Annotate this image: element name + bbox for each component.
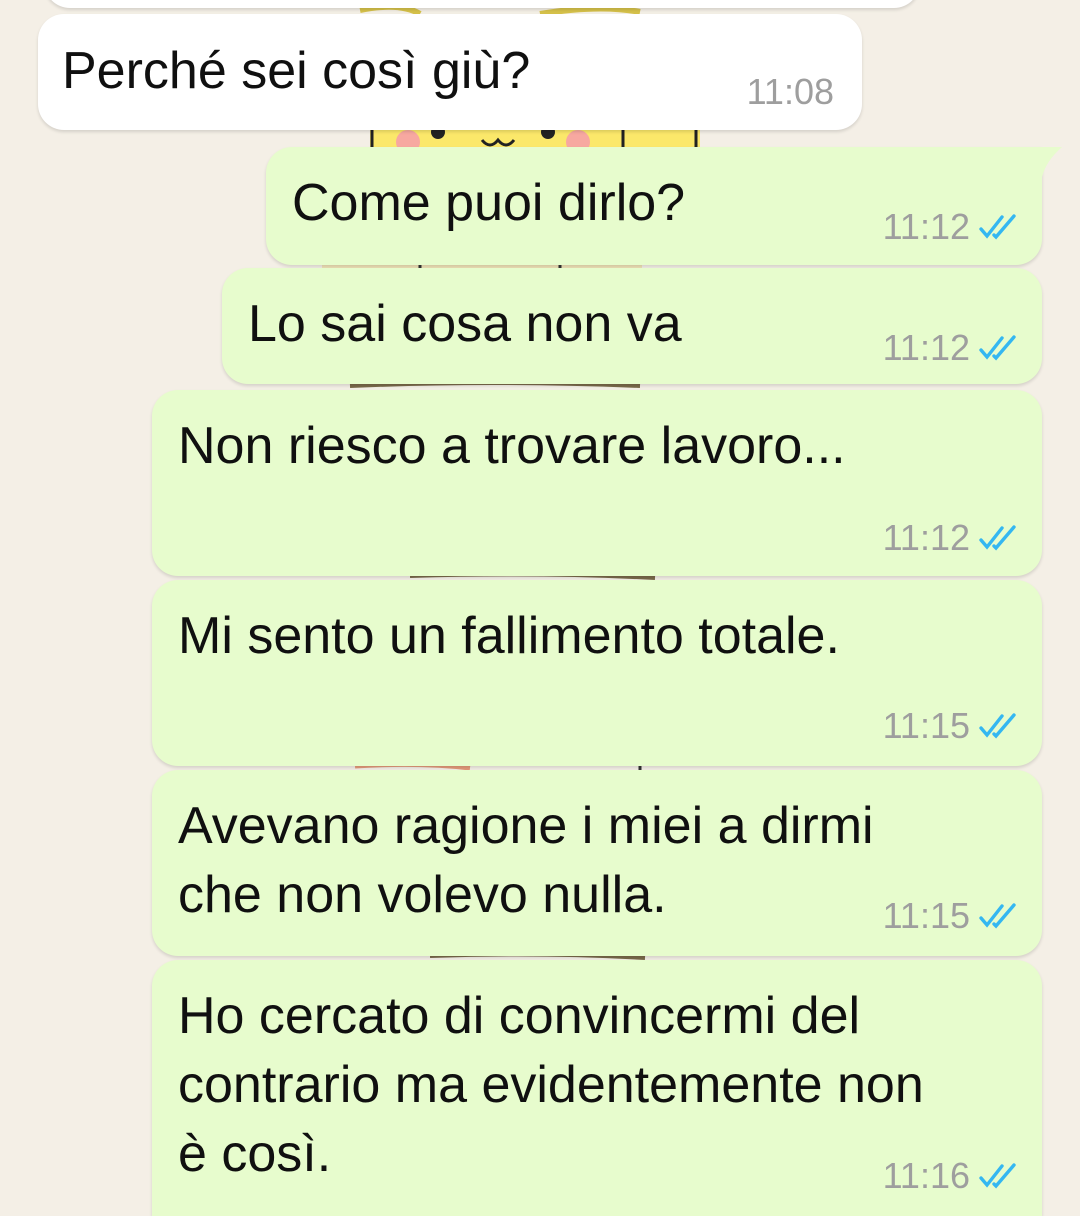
read-double-tick-icon — [979, 525, 1016, 551]
message-meta: 11:08 — [747, 72, 834, 112]
outgoing-message-bubble[interactable]: Ho cercato di convincermi del contrario … — [152, 960, 1042, 1216]
message-timestamp: 11:16 — [882, 1155, 970, 1196]
message-timestamp: 11:12 — [882, 327, 970, 368]
message-timestamp: 11:12 — [882, 206, 970, 247]
previous-message-bubble[interactable] — [44, 0, 920, 8]
message-timestamp: 11:08 — [746, 71, 834, 112]
message-text-line: è così. — [178, 1125, 332, 1183]
outgoing-message-bubble[interactable]: Lo sai cosa non va 11:12 — [222, 268, 1042, 384]
message-text: Non riesco a trovare lavoro... — [178, 417, 846, 475]
read-double-tick-icon — [979, 713, 1016, 739]
read-double-tick-icon — [979, 1163, 1016, 1189]
outgoing-message-bubble[interactable]: Avevano ragione i miei a dirmi che non v… — [152, 770, 1042, 956]
incoming-message-bubble[interactable]: Perché sei così giù? 11:08 — [38, 14, 862, 130]
message-text-line: che non volevo nulla. — [178, 866, 667, 924]
message-text-line: Ho cercato di convincermi del — [178, 987, 861, 1045]
message-timestamp: 11:15 — [882, 705, 970, 746]
message-meta: 11:12 — [883, 518, 1020, 558]
message-meta: 11:15 — [883, 706, 1020, 746]
message-meta: 11:15 — [883, 896, 1020, 936]
bubble-tail — [1038, 147, 1062, 177]
message-text: Perché sei così giù? — [62, 42, 531, 100]
outgoing-message-bubble[interactable]: Non riesco a trovare lavoro... 11:12 — [152, 390, 1042, 576]
message-meta: 11:12 — [883, 328, 1020, 368]
outgoing-message-bubble[interactable]: Come puoi dirlo? 11:12 — [266, 147, 1042, 265]
read-double-tick-icon — [979, 335, 1016, 361]
message-timestamp: 11:15 — [882, 895, 970, 936]
message-text-line: Avevano ragione i miei a dirmi — [178, 797, 874, 855]
read-double-tick-icon — [979, 214, 1016, 240]
read-double-tick-icon — [979, 903, 1016, 929]
message-text-line: contrario ma evidentemente non — [178, 1056, 924, 1114]
message-timestamp: 11:12 — [882, 517, 970, 558]
outgoing-message-bubble[interactable]: Mi sento un fallimento totale. 11:15 — [152, 580, 1042, 766]
message-text: Mi sento un fallimento totale. — [178, 607, 840, 665]
message-meta: 11:16 — [883, 1156, 1020, 1196]
message-meta: 11:12 — [883, 207, 1020, 247]
message-text: Come puoi dirlo? — [292, 174, 686, 232]
message-text: Lo sai cosa non va — [248, 295, 682, 353]
